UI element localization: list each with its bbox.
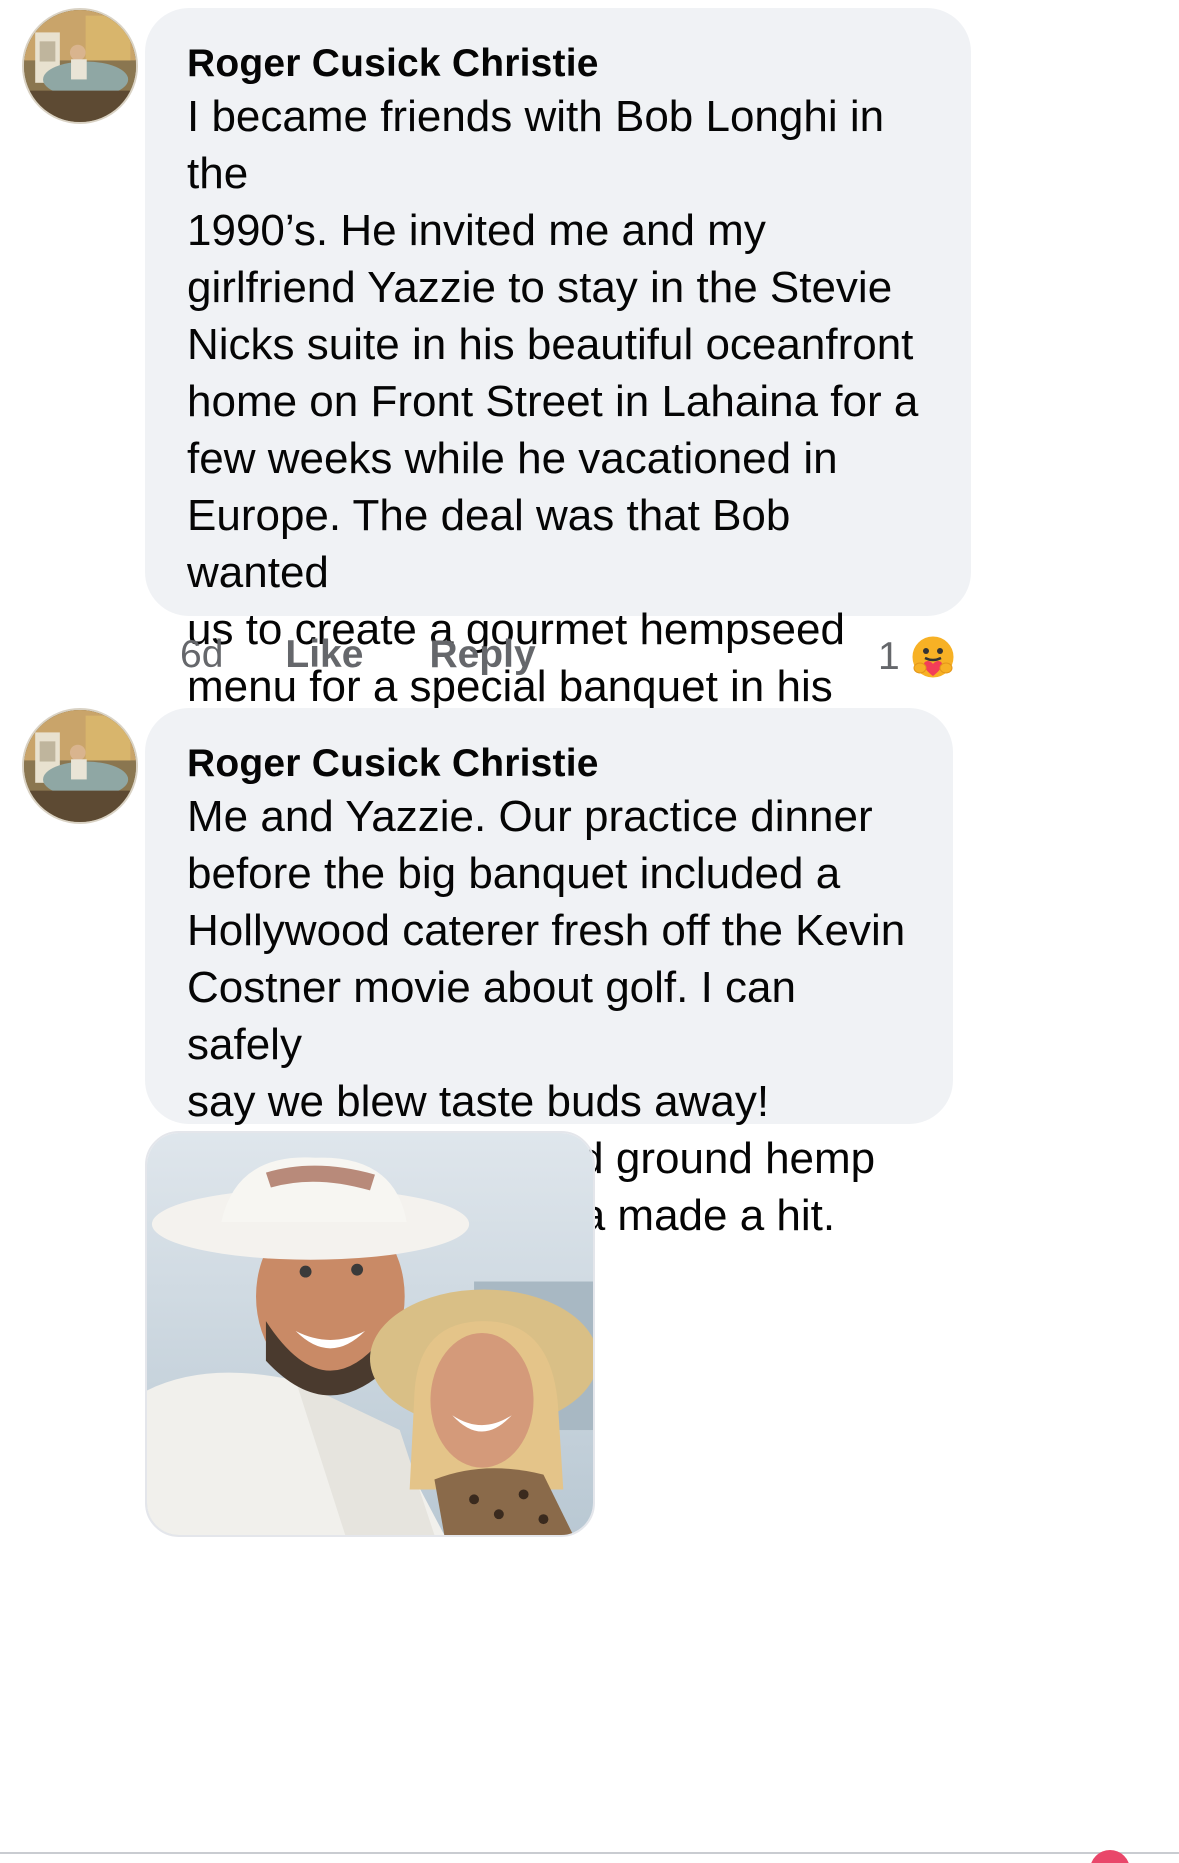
- divider: [0, 1852, 1179, 1854]
- reaction-summary[interactable]: 1: [878, 632, 958, 682]
- comment-author[interactable]: Roger Cusick Christie: [187, 740, 911, 788]
- author-avatar[interactable]: [22, 8, 138, 124]
- reply-button[interactable]: Reply: [429, 633, 535, 677]
- care-emoji-icon: [908, 632, 958, 682]
- comment-timestamp[interactable]: 6d: [180, 633, 223, 677]
- like-button[interactable]: Like: [285, 633, 363, 677]
- comment-actions: 6d Like Reply: [180, 633, 602, 677]
- comment-thread: Roger Cusick Christie I became friends w…: [0, 0, 1179, 1863]
- comment-photo-attachment[interactable]: [145, 1131, 595, 1537]
- comment-bubble: Roger Cusick Christie Me and Yazzie. Our…: [145, 708, 953, 1240]
- comment-author[interactable]: Roger Cusick Christie: [187, 40, 929, 88]
- author-avatar[interactable]: [22, 708, 138, 824]
- reaction-count: 1: [878, 635, 900, 678]
- comment-bubble: Roger Cusick Christie I became friends w…: [145, 8, 971, 882]
